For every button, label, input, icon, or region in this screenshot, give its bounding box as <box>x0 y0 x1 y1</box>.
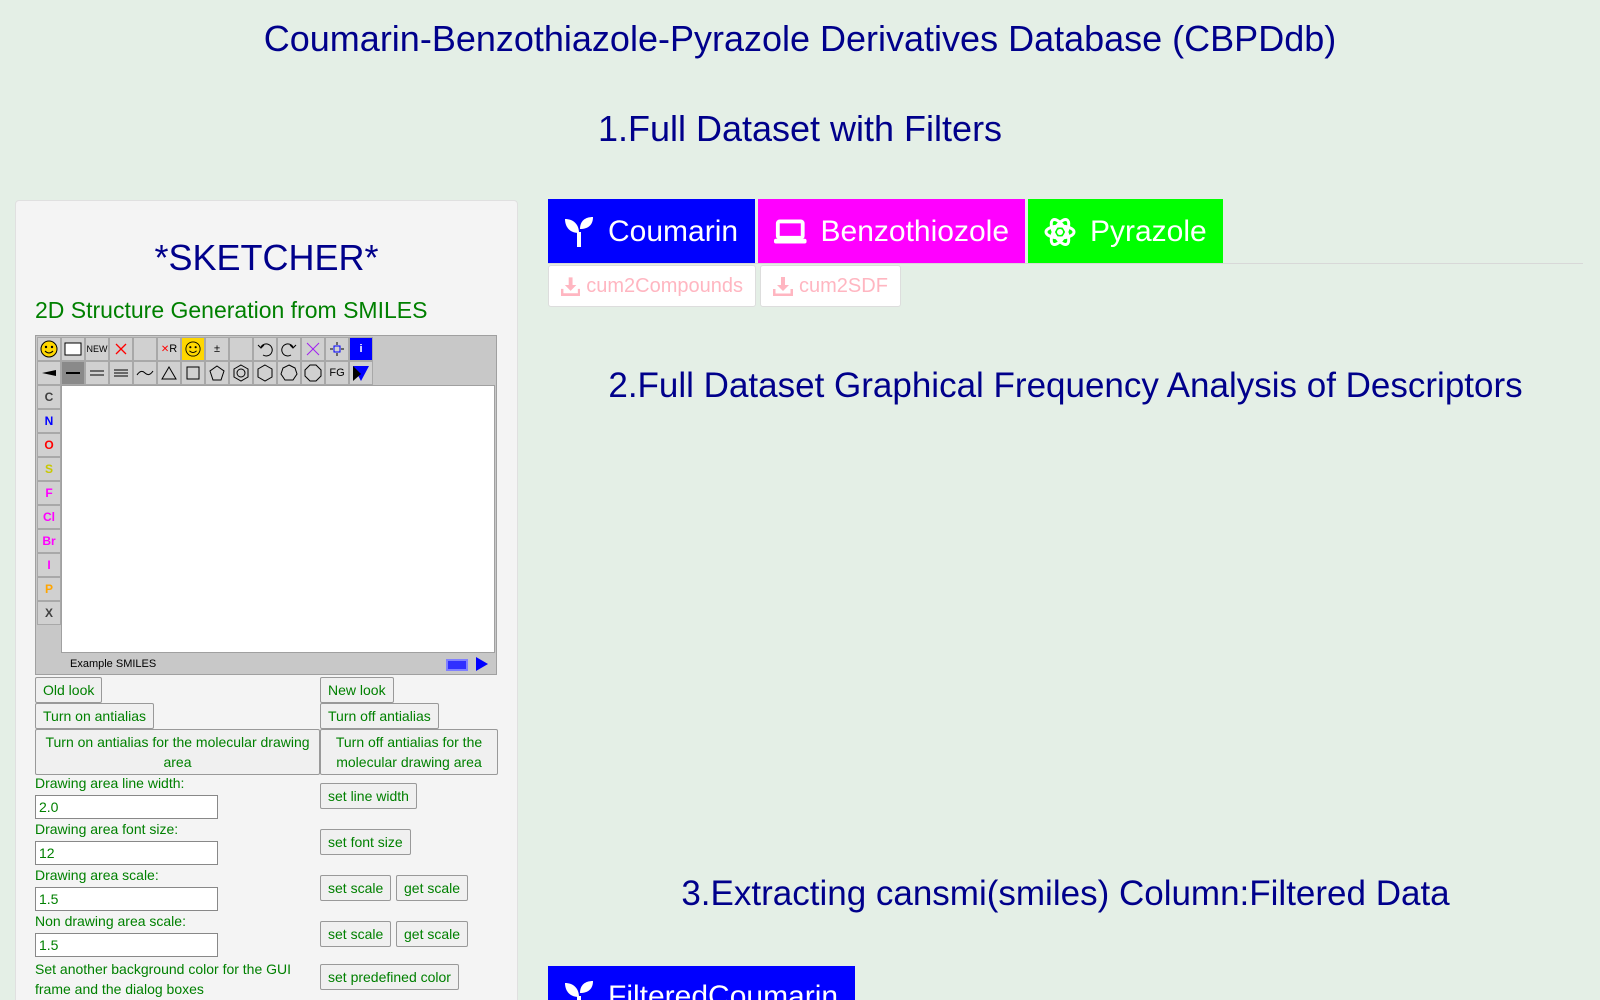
atom-button[interactable]: Cl <box>37 505 61 529</box>
set-line-width-button[interactable]: set line width <box>320 783 417 809</box>
drawing-canvas[interactable] <box>61 385 495 653</box>
old-look-button[interactable]: Old look <box>35 677 103 703</box>
background-color-label: Set another background color for the GUI… <box>35 961 292 997</box>
triple-bond-icon[interactable] <box>109 361 133 385</box>
editor-toolbar-top: NEW ✕ R ± i <box>37 337 373 361</box>
triangle-ring-icon[interactable] <box>157 361 181 385</box>
empty-tool-icon[interactable] <box>133 337 157 361</box>
scale-input[interactable]: 1.5 <box>35 887 218 911</box>
chain-icon[interactable] <box>133 361 157 385</box>
page-title: Coumarin-Benzothiazole-Pyrazole Derivati… <box>263 18 1337 59</box>
scale-label: Drawing area scale: <box>35 867 159 883</box>
sketcher-panel: *SKETCHER* 2D Structure Generation from … <box>15 200 518 1000</box>
set-font-size-button[interactable]: set font size <box>320 829 411 855</box>
hexagon-ring-icon[interactable] <box>253 361 277 385</box>
atom-button[interactable]: F <box>37 481 61 505</box>
atom-button[interactable]: S <box>37 457 61 481</box>
move-icon[interactable] <box>325 337 349 361</box>
antialias-on-button[interactable]: Turn on antialias <box>35 703 154 729</box>
download-cum2sdf-button[interactable]: cum2SDF <box>760 265 901 307</box>
section-3-heading: 3.Extracting cansmi(smiles) Column:Filte… <box>681 874 1450 913</box>
play-arrow-icon[interactable] <box>476 657 488 671</box>
atom-button[interactable]: I <box>37 553 61 577</box>
seedling-icon <box>565 216 593 247</box>
tab-filtered-coumarin[interactable]: FilteredCoumarin <box>548 966 855 1000</box>
atom-button[interactable]: O <box>37 433 61 457</box>
get-scale-button-2[interactable]: get scale <box>396 921 469 947</box>
atom-button[interactable]: P <box>37 577 61 601</box>
info-icon[interactable]: i <box>349 337 373 361</box>
square-ring-icon[interactable] <box>181 361 205 385</box>
line-width-input[interactable]: 2.0 <box>35 795 218 819</box>
font-size-label: Drawing area font size: <box>35 821 179 837</box>
undo-icon[interactable] <box>253 337 277 361</box>
sketcher-title: *SKETCHER* <box>154 237 379 278</box>
atom-icon <box>1044 217 1076 246</box>
tab-pyrazole[interactable]: Pyrazole <box>1028 199 1223 264</box>
editor-status-text: Example SMILES <box>70 658 157 670</box>
line-width-label: Drawing area line width: <box>35 775 185 791</box>
non-drawing-scale-input[interactable]: 1.5 <box>35 933 218 957</box>
download-label: cum2Compounds <box>586 274 743 297</box>
sketcher-subtitle: 2D Structure Generation from SMILES <box>35 297 428 323</box>
tab-benzothiozole-label: Benzothiozole <box>820 214 1009 248</box>
section-2-heading: 2.Full Dataset Graphical Frequency Analy… <box>608 366 1523 405</box>
status-toggle-icon[interactable] <box>446 659 468 671</box>
download-icon <box>561 277 581 296</box>
square-select-icon[interactable] <box>61 337 85 361</box>
set-scale-button[interactable]: set scale <box>320 875 392 901</box>
laptop-icon <box>774 219 807 243</box>
charge-button[interactable]: ± <box>205 337 229 361</box>
set-predefined-color-button[interactable]: set predefined color <box>320 964 459 990</box>
pentagon-ring-icon[interactable] <box>205 361 229 385</box>
tab-divider <box>548 263 1583 264</box>
new-button[interactable]: NEW <box>85 337 109 361</box>
font-size-input[interactable]: 12 <box>35 841 218 865</box>
empty-tool-icon-2[interactable] <box>229 337 253 361</box>
redo-icon[interactable] <box>277 337 301 361</box>
delete-r-group-button[interactable]: ✕ R <box>157 337 181 361</box>
tab-pyrazole-label: Pyrazole <box>1090 214 1207 248</box>
benzene-ring-icon[interactable] <box>229 361 253 385</box>
new-look-button[interactable]: New look <box>320 677 394 703</box>
clear-icon[interactable] <box>301 337 325 361</box>
smiley-icon[interactable] <box>37 337 61 361</box>
tab-coumarin-label: Coumarin <box>608 214 739 248</box>
seedling-icon <box>565 981 593 1000</box>
antialias-off-button[interactable]: Turn off antialias <box>320 703 439 729</box>
download-icon <box>773 277 793 296</box>
editor-toolbar-bonds: FG <box>37 361 373 385</box>
download-cum2compounds-button[interactable]: cum2Compounds <box>548 265 756 307</box>
get-scale-button[interactable]: get scale <box>396 875 469 901</box>
flag-icon[interactable] <box>349 361 373 385</box>
section-1-heading: 1.Full Dataset with Filters <box>597 108 1003 149</box>
octagon-ring-icon[interactable] <box>301 361 325 385</box>
single-bond-icon[interactable] <box>61 361 85 385</box>
atom-button[interactable]: X <box>37 601 61 625</box>
delete-icon[interactable] <box>109 337 133 361</box>
non-drawing-scale-label: Non drawing area scale: <box>35 913 186 929</box>
download-label: cum2SDF <box>799 274 888 297</box>
atom-button[interactable]: N <box>37 409 61 433</box>
set-scale-button-2[interactable]: set scale <box>320 921 392 947</box>
antialias-mol-on-button[interactable]: Turn on antialias for the molecular draw… <box>35 729 320 775</box>
fg-button[interactable]: FG <box>325 361 349 385</box>
heptagon-ring-icon[interactable] <box>277 361 301 385</box>
antialias-mol-off-button[interactable]: Turn off antialias for the molecular dra… <box>320 729 498 775</box>
double-bond-icon[interactable] <box>85 361 109 385</box>
wedge-bond-icon[interactable] <box>37 361 61 385</box>
yellow-smiley-icon[interactable] <box>181 337 205 361</box>
tab-filtered-coumarin-label: FilteredCoumarin <box>608 980 839 1000</box>
tab-coumarin[interactable]: Coumarin <box>548 199 755 264</box>
molecule-editor: NEW ✕ R ± i FG C N O S F Cl Br I P X Exa… <box>35 335 497 675</box>
atom-button[interactable]: Br <box>37 529 61 553</box>
atom-button[interactable]: C <box>37 385 61 409</box>
tab-benzothiozole[interactable]: Benzothiozole <box>758 199 1025 264</box>
atom-palette: C N O S F Cl Br I P X <box>37 385 61 625</box>
